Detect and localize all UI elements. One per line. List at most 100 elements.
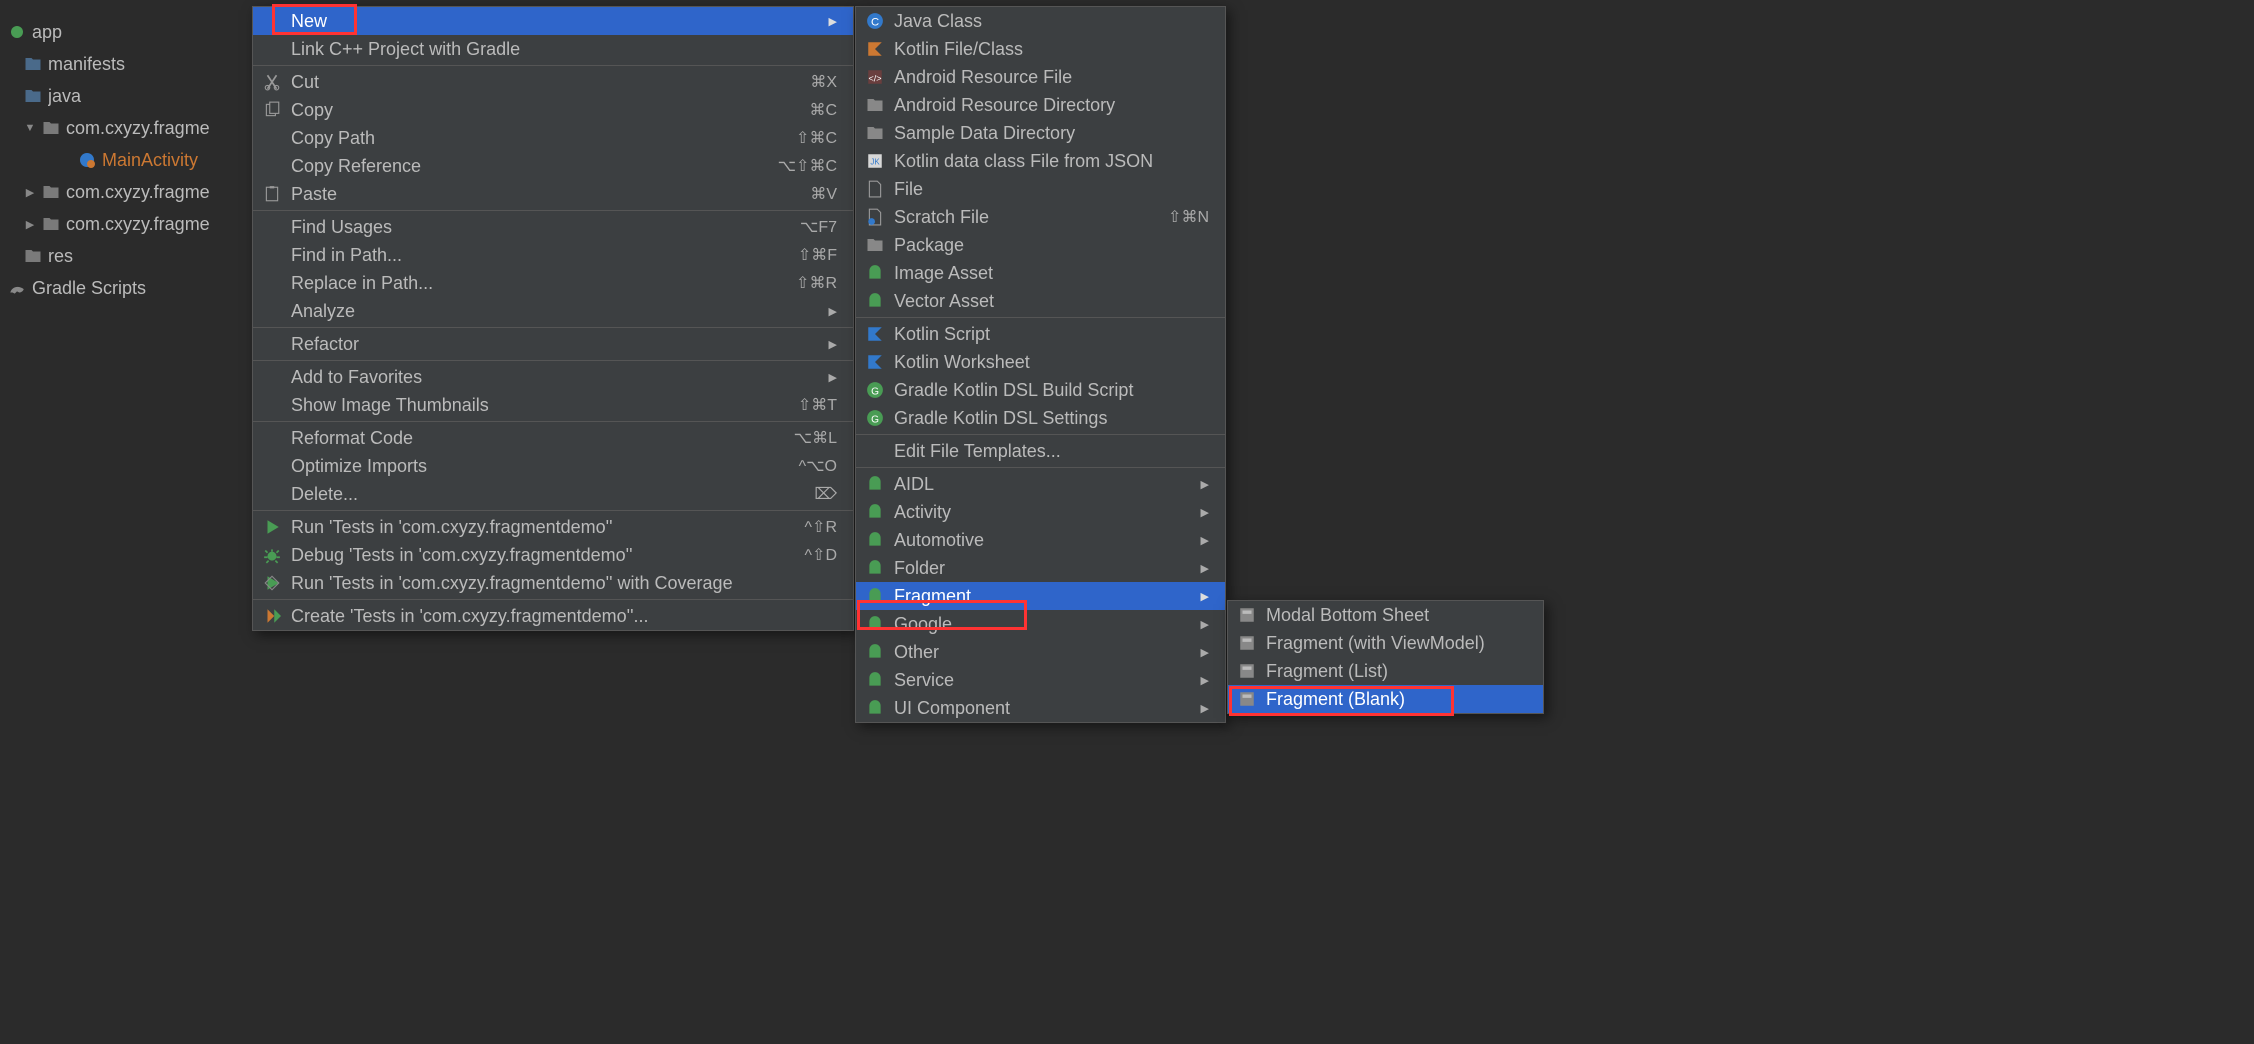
- tree-node-app[interactable]: app: [0, 16, 250, 48]
- menu-item-edit-templates[interactable]: Edit File Templates...: [856, 437, 1225, 465]
- menu-item-link-cpp[interactable]: Link C++ Project with Gradle: [253, 35, 853, 63]
- menu-item-fragment-viewmodel[interactable]: Fragment (with ViewModel): [1228, 629, 1543, 657]
- svg-text:</>: </>: [868, 74, 881, 84]
- menu-item-kotlin-file[interactable]: Kotlin File/Class: [856, 35, 1225, 63]
- android-icon: [864, 669, 886, 691]
- menu-shortcut: ⌥⌘L: [794, 428, 837, 448]
- menu-item-show-thumbnails[interactable]: Show Image Thumbnails ⇧⌘T: [253, 391, 853, 419]
- menu-item-modal-bottom-sheet[interactable]: Modal Bottom Sheet: [1228, 601, 1543, 629]
- menu-item-optimize-imports[interactable]: Optimize Imports ^⌥O: [253, 452, 853, 480]
- menu-item-new[interactable]: New: [253, 7, 853, 35]
- menu-label: Automotive: [894, 530, 1171, 551]
- menu-item-file[interactable]: File: [856, 175, 1225, 203]
- menu-item-paste[interactable]: Paste ⌘V: [253, 180, 853, 208]
- menu-item-find-usages[interactable]: Find Usages ⌥F7: [253, 213, 853, 241]
- menu-item-java-class[interactable]: C Java Class: [856, 7, 1225, 35]
- menu-item-copy-reference[interactable]: Copy Reference ⌥⇧⌘C: [253, 152, 853, 180]
- tree-node-main-activity[interactable]: MainActivity: [0, 144, 250, 176]
- menu-item-run-tests[interactable]: Run 'Tests in 'com.cxyzy.fragmentdemo'' …: [253, 513, 853, 541]
- menu-item-fragment[interactable]: Fragment: [856, 582, 1225, 610]
- menu-item-resource-dir[interactable]: Android Resource Directory: [856, 91, 1225, 119]
- menu-label: Copy Reference: [291, 156, 738, 177]
- menu-item-delete[interactable]: Delete... ⌦: [253, 480, 853, 508]
- android-icon: [864, 697, 886, 719]
- menu-item-vector-asset[interactable]: Vector Asset: [856, 287, 1225, 315]
- tree-node-java[interactable]: java: [0, 80, 250, 112]
- menu-shortcut: ⇧⌘N: [1168, 207, 1209, 227]
- menu-item-kotlin-json[interactable]: JK Kotlin data class File from JSON: [856, 147, 1225, 175]
- tree-label: manifests: [48, 54, 125, 75]
- fragment-icon: [1236, 632, 1258, 654]
- menu-item-folder[interactable]: Folder: [856, 554, 1225, 582]
- blank-icon: [864, 440, 886, 462]
- blank-icon: [261, 244, 283, 266]
- menu-item-fragment-list[interactable]: Fragment (List): [1228, 657, 1543, 685]
- tree-node-res[interactable]: res: [0, 240, 250, 272]
- menu-label: Fragment (List): [1266, 661, 1527, 682]
- menu-item-automotive[interactable]: Automotive: [856, 526, 1225, 554]
- submenu-arrow-icon: [1201, 534, 1209, 547]
- menu-label: Show Image Thumbnails: [291, 395, 758, 416]
- menu-item-service[interactable]: Service: [856, 666, 1225, 694]
- menu-item-copy-path[interactable]: Copy Path ⇧⌘C: [253, 124, 853, 152]
- kotlin-icon: [864, 38, 886, 60]
- menu-label: Image Asset: [894, 263, 1209, 284]
- menu-item-other[interactable]: Other: [856, 638, 1225, 666]
- fragment-submenu: Modal Bottom Sheet Fragment (with ViewMo…: [1227, 600, 1544, 714]
- menu-item-cut[interactable]: Cut ⌘X: [253, 68, 853, 96]
- debug-icon: [261, 544, 283, 566]
- menu-item-copy[interactable]: Copy ⌘C: [253, 96, 853, 124]
- svg-text:G: G: [871, 387, 879, 398]
- folder-icon: [24, 247, 42, 265]
- menu-item-kotlin-worksheet[interactable]: Kotlin Worksheet: [856, 348, 1225, 376]
- menu-item-aidl[interactable]: AIDL: [856, 470, 1225, 498]
- menu-item-sample-data[interactable]: Sample Data Directory: [856, 119, 1225, 147]
- blank-icon: [261, 10, 283, 32]
- package-icon: [42, 183, 60, 201]
- json-icon: JK: [864, 150, 886, 172]
- menu-item-run-coverage[interactable]: Run 'Tests in 'com.cxyzy.fragmentdemo'' …: [253, 569, 853, 597]
- menu-item-add-favorites[interactable]: Add to Favorites: [253, 363, 853, 391]
- tree-node-gradle[interactable]: Gradle Scripts: [0, 272, 250, 304]
- menu-item-replace-in-path[interactable]: Replace in Path... ⇧⌘R: [253, 269, 853, 297]
- menu-item-gradle-settings[interactable]: G Gradle Kotlin DSL Settings: [856, 404, 1225, 432]
- menu-item-reformat[interactable]: Reformat Code ⌥⌘L: [253, 424, 853, 452]
- menu-item-ui-component[interactable]: UI Component: [856, 694, 1225, 722]
- menu-item-kotlin-script[interactable]: Kotlin Script: [856, 320, 1225, 348]
- menu-label: Folder: [894, 558, 1171, 579]
- menu-item-scratch-file[interactable]: Scratch File ⇧⌘N: [856, 203, 1225, 231]
- menu-item-find-in-path[interactable]: Find in Path... ⇧⌘F: [253, 241, 853, 269]
- menu-item-create-tests[interactable]: Create 'Tests in 'com.cxyzy.fragmentdemo…: [253, 602, 853, 630]
- tree-node-manifests[interactable]: manifests: [0, 48, 250, 80]
- menu-separator: [253, 360, 853, 361]
- menu-item-image-asset[interactable]: Image Asset: [856, 259, 1225, 287]
- menu-label: UI Component: [894, 698, 1171, 719]
- menu-label: Analyze: [291, 301, 799, 322]
- menu-item-google[interactable]: Google: [856, 610, 1225, 638]
- menu-item-gradle-build[interactable]: G Gradle Kotlin DSL Build Script: [856, 376, 1225, 404]
- menu-label: Copy Path: [291, 128, 756, 149]
- menu-item-debug-tests[interactable]: Debug 'Tests in 'com.cxyzy.fragmentdemo'…: [253, 541, 853, 569]
- submenu-arrow-icon: [829, 338, 837, 351]
- blank-icon: [261, 127, 283, 149]
- folder-icon: [24, 87, 42, 105]
- menu-item-activity[interactable]: Activity: [856, 498, 1225, 526]
- menu-shortcut: ^⇧D: [805, 545, 837, 565]
- menu-item-refactor[interactable]: Refactor: [253, 330, 853, 358]
- menu-item-package[interactable]: Package: [856, 231, 1225, 259]
- menu-label: Paste: [291, 184, 770, 205]
- project-tree: app manifests java ▼ com.cxyzy.fragme Ma…: [0, 0, 250, 304]
- gradle-icon: G: [864, 407, 886, 429]
- android-icon: [864, 613, 886, 635]
- menu-item-fragment-blank[interactable]: Fragment (Blank): [1228, 685, 1543, 713]
- tree-node-package[interactable]: ▶ com.cxyzy.fragme: [0, 208, 250, 240]
- menu-label: Kotlin Script: [894, 324, 1209, 345]
- menu-label: Debug 'Tests in 'com.cxyzy.fragmentdemo'…: [291, 545, 765, 566]
- menu-label: New: [291, 11, 799, 32]
- menu-label: File: [894, 179, 1209, 200]
- menu-item-analyze[interactable]: Analyze: [253, 297, 853, 325]
- menu-item-resource-file[interactable]: </> Android Resource File: [856, 63, 1225, 91]
- kotlin-icon: [864, 351, 886, 373]
- tree-node-package[interactable]: ▼ com.cxyzy.fragme: [0, 112, 250, 144]
- tree-node-package[interactable]: ▶ com.cxyzy.fragme: [0, 176, 250, 208]
